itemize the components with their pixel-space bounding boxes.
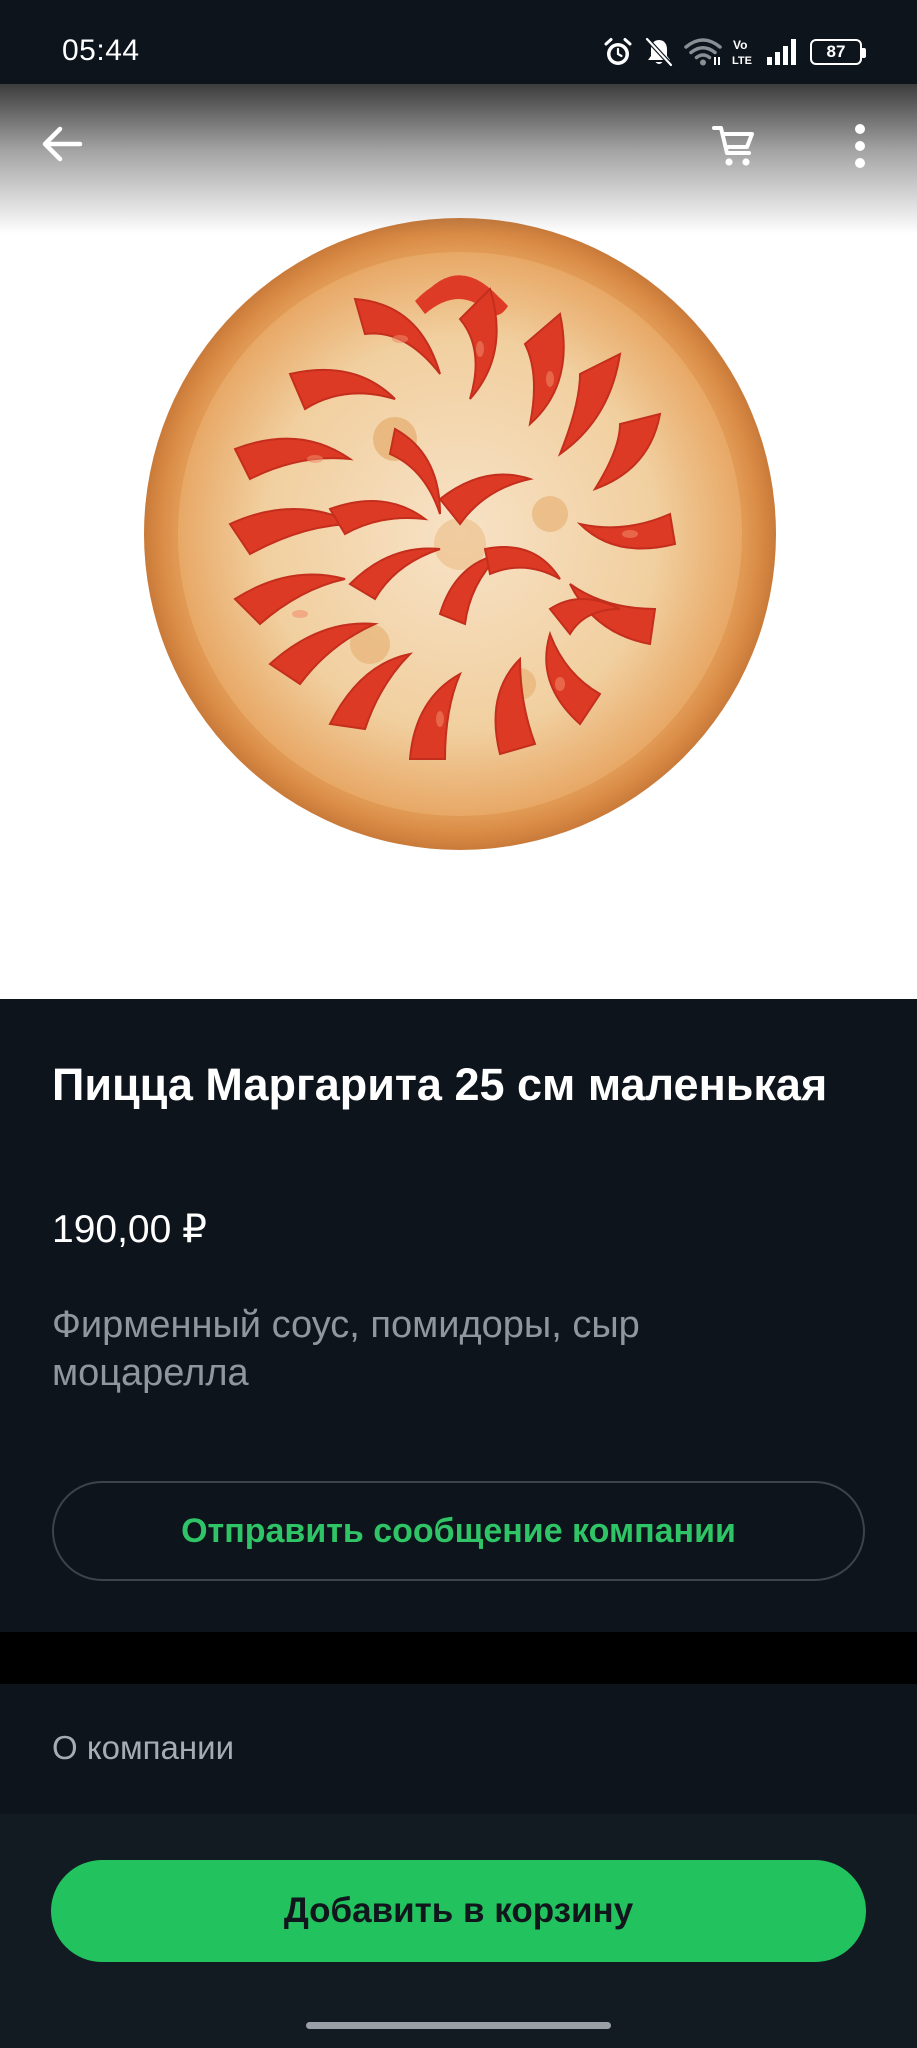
top-toolbar — [0, 84, 917, 219]
send-message-button[interactable]: Отправить сообщение компании — [52, 1481, 865, 1581]
product-price: 190,00 ₽ — [52, 1208, 207, 1251]
product-image-area — [0, 84, 917, 999]
more-options-button[interactable] — [836, 122, 884, 174]
product-info: Пицца Маргарита 25 см маленькая 190,00 ₽… — [0, 999, 917, 1632]
status-icons: Vo LTE 87 — [602, 32, 866, 72]
cart-button[interactable] — [708, 122, 760, 174]
signal-icon — [766, 38, 800, 66]
home-indicator[interactable] — [306, 2022, 611, 2029]
about-company-section[interactable]: О компании — [0, 1684, 917, 1814]
more-vertical-icon — [853, 123, 867, 174]
bottom-bar: Добавить в корзину — [0, 1814, 917, 2048]
add-to-cart-button[interactable]: Добавить в корзину — [51, 1860, 866, 1962]
arrow-left-icon — [40, 122, 84, 171]
section-divider — [0, 1632, 917, 1684]
product-description: Фирменный соус, помидоры, сыр моцарелла — [52, 1304, 640, 1394]
status-bar: 05:44 Vo LTE 87 — [0, 0, 917, 84]
alarm-icon — [602, 36, 634, 68]
bell-off-icon — [644, 36, 674, 68]
product-title: Пицца Маргарита 25 см маленькая — [52, 1059, 828, 1110]
cart-icon — [711, 123, 757, 174]
battery-icon: 87 — [810, 39, 866, 65]
pizza-margherita-photo — [140, 214, 780, 854]
svg-text:Vo: Vo — [733, 38, 747, 52]
back-button[interactable] — [36, 120, 88, 172]
svg-text:LTE: LTE — [732, 55, 752, 67]
volte-icon: Vo LTE — [732, 36, 756, 68]
status-time: 05:44 — [62, 34, 140, 67]
wifi-icon — [684, 37, 722, 67]
about-company-label: О компании — [52, 1729, 234, 1766]
